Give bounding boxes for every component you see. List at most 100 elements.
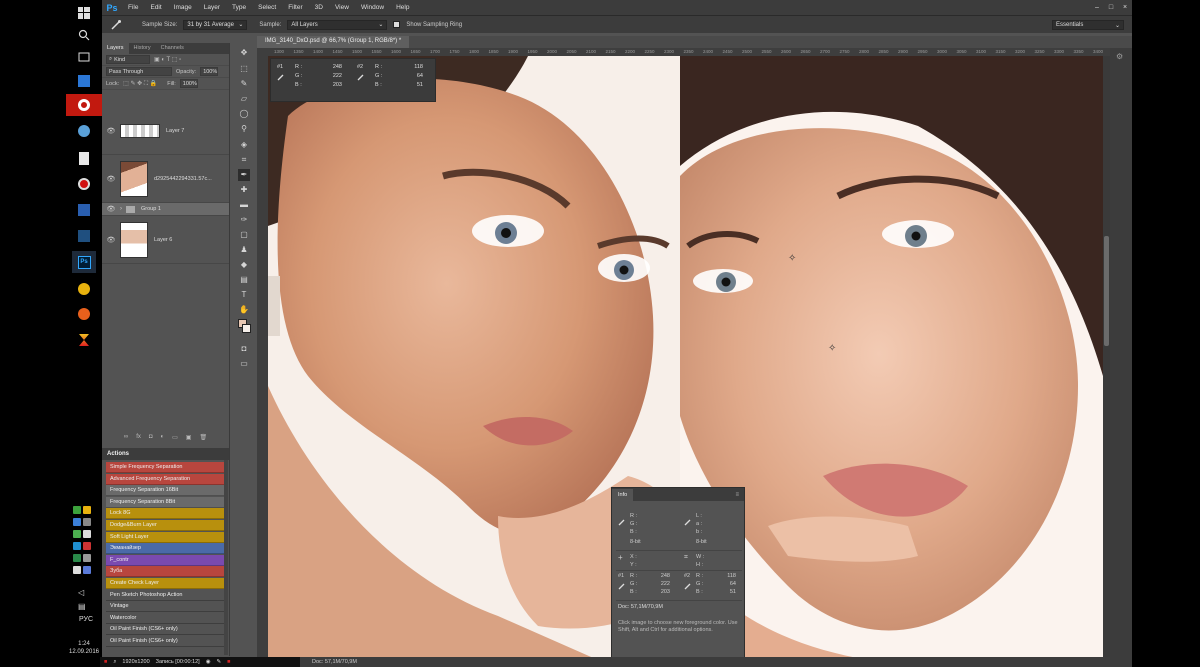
scrollbar-thumb[interactable] (1104, 236, 1109, 346)
action-item[interactable]: Dodge&Burn Layer (106, 520, 224, 531)
pen-icon[interactable]: ✎ (217, 659, 222, 665)
brush-tool-icon[interactable]: ✎ (238, 78, 250, 90)
action-item[interactable]: Frequency Separation 8Bit (106, 496, 224, 508)
action-item[interactable]: Advanced Frequency Separation (106, 473, 224, 485)
taskbar-app-settings[interactable] (72, 120, 96, 142)
new-layer-icon[interactable]: ▣ (186, 434, 192, 446)
start-button[interactable] (72, 2, 96, 24)
crop-tool-icon[interactable]: ⌗ (238, 154, 250, 166)
taskbar-app-save[interactable] (72, 199, 96, 221)
layer-name[interactable]: d2925442294331.57c... (154, 176, 212, 182)
action-item[interactable]: Oil Paint Finish (CS6+ only) (106, 636, 224, 647)
background-color-swatch[interactable] (242, 324, 251, 333)
sampling-ring-checkbox[interactable] (393, 21, 401, 28)
taskbar-app-photoshop[interactable]: Ps (72, 251, 96, 273)
fx-icon[interactable]: fx (136, 434, 141, 446)
marquee-tool-icon[interactable]: ⬚ (238, 63, 250, 75)
action-item[interactable]: F_contr (106, 554, 224, 566)
action-item[interactable]: Frequency Separation 16Bit (106, 485, 224, 497)
tab-layers[interactable]: Layers (102, 43, 129, 54)
taskbar-app-store[interactable] (72, 70, 96, 92)
tab-channels[interactable]: Channels (156, 43, 189, 54)
layer-name[interactable]: Group 1 (141, 206, 161, 212)
taskbar-app-firefox[interactable] (72, 303, 96, 325)
hand-tool-icon[interactable]: ✋ (238, 304, 250, 316)
volume-icon[interactable]: ◁ (78, 588, 90, 598)
keyboard-language[interactable]: РУС (72, 616, 100, 623)
adjustment-icon[interactable]: ◐ (160, 434, 164, 446)
actions-scrollbar[interactable] (224, 460, 228, 655)
system-tray-icons[interactable] (72, 505, 100, 577)
notifications-icon[interactable]: ▤ (78, 602, 90, 612)
screen-mode-icon[interactable]: ▭ (238, 358, 250, 370)
opacity-input[interactable]: 100% (200, 67, 219, 76)
menu-select[interactable]: Select (252, 4, 282, 11)
stamp-tool-icon[interactable]: ♟ (238, 244, 250, 256)
action-item[interactable]: Create Check Layer (106, 578, 224, 589)
trash-icon[interactable]: 🗑 (199, 434, 207, 446)
sample-select[interactable]: All Layers ⌄ (287, 19, 388, 30)
eye-icon[interactable]: 👁 (102, 236, 120, 244)
pen-tool-icon[interactable]: ✑ (238, 214, 250, 226)
minimize-button[interactable]: – (1090, 0, 1104, 15)
action-item[interactable]: Экманайзер (106, 543, 224, 555)
menu-window[interactable]: Window (355, 4, 390, 11)
link-layers-icon[interactable]: ∞ (124, 434, 128, 446)
sample-size-select[interactable]: 31 by 31 Average ⌄ (183, 19, 248, 30)
panel-menu-icon[interactable]: ≡ (735, 492, 739, 498)
taskbar-app-recorder[interactable] (72, 173, 96, 195)
record-stop-icon[interactable]: ■ (104, 659, 107, 665)
eyedropper-tool-icon[interactable]: ✒ (238, 169, 250, 181)
layer-name[interactable]: Layer 7 (166, 128, 184, 134)
blur-tool-icon[interactable]: ◈ (238, 139, 250, 151)
menu-file[interactable]: File (122, 4, 144, 11)
taskbar-app-dp[interactable] (72, 225, 96, 247)
canvas-vertical-scrollbar[interactable] (1103, 56, 1110, 660)
taskbar-app-opera[interactable] (66, 94, 102, 116)
action-item[interactable]: Oil Paint Finish (CS6+ only) (106, 624, 224, 636)
action-item[interactable]: Soft Light Layer (106, 531, 224, 543)
type-tool-icon[interactable]: T (238, 289, 250, 301)
blend-mode-select[interactable]: Pass Through (106, 67, 172, 76)
action-item[interactable]: Зуба (106, 566, 224, 578)
layer-row[interactable]: 👁 Layer 7 (102, 107, 229, 155)
layer-filter-select[interactable]: ⌕ Kind (106, 55, 150, 64)
menu-image[interactable]: Image (168, 4, 198, 11)
layer-name[interactable]: Layer 6 (154, 237, 172, 243)
eye-icon[interactable]: 👁 (102, 127, 120, 135)
menu-type[interactable]: Type (226, 4, 252, 11)
record-icon[interactable]: ■ (227, 659, 230, 665)
camera-icon[interactable]: ◉ (206, 659, 211, 665)
eye-icon[interactable]: 👁 (102, 205, 120, 213)
action-item[interactable]: Watercolor (106, 612, 224, 624)
taskbar-app-hourglass[interactable] (72, 329, 96, 351)
tab-info[interactable]: Info (612, 488, 634, 501)
lock-icons[interactable]: ⬚ ✎ ✥ ⛶ 🔒 (123, 80, 157, 88)
action-item[interactable]: Simple Frequency Separation (106, 462, 224, 473)
close-button[interactable]: × (1118, 0, 1132, 15)
new-group-icon[interactable]: ▭ (172, 434, 178, 446)
menu-edit[interactable]: Edit (144, 4, 167, 11)
eraser-tool-icon[interactable]: ▱ (238, 93, 250, 105)
eye-icon[interactable]: 👁 (102, 175, 120, 183)
taskbar-clock[interactable]: 1:24 12.09.2016 (66, 640, 102, 656)
eyedropper-tool-preset-icon[interactable] (110, 19, 122, 31)
fill-input[interactable]: 100% (179, 79, 198, 88)
menu-view[interactable]: View (329, 4, 355, 11)
actions-panel-title[interactable]: Actions (102, 448, 229, 460)
maximize-button[interactable]: □ (1104, 0, 1118, 15)
ruler-tool-icon[interactable]: ▬ (238, 199, 250, 211)
zoom-icon[interactable]: ⌕ (113, 659, 116, 666)
lasso-tool-icon[interactable]: ◯ (238, 108, 250, 120)
mask-icon[interactable]: ◘ (149, 434, 153, 446)
taskbar-app-files[interactable] (72, 147, 96, 169)
action-item[interactable]: Lock 8G (106, 508, 224, 520)
search-button[interactable] (72, 24, 96, 46)
quick-mask-icon[interactable]: ◘ (238, 343, 250, 355)
tab-history[interactable]: History (129, 43, 156, 54)
workspace-select[interactable]: Essentials ⌄ (1052, 20, 1124, 30)
action-item[interactable]: Vintage (106, 601, 224, 613)
path-select-tool-icon[interactable]: ▢ (238, 229, 250, 241)
document-tab[interactable]: IMG_3140_DxO.psd @ 66,7% (Group 1, RGB/8… (257, 36, 410, 48)
task-view-button[interactable] (72, 46, 96, 68)
